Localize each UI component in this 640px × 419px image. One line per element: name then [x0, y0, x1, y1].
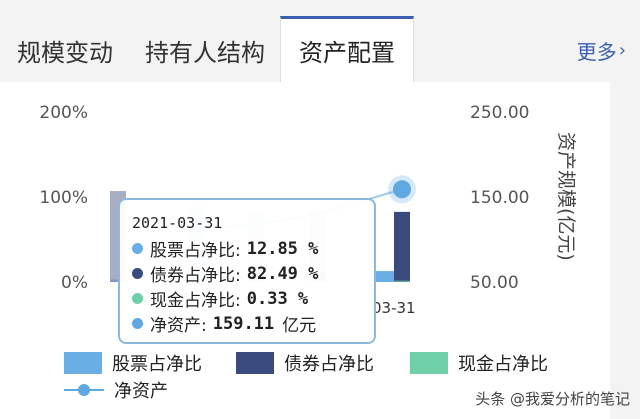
tooltip-unit: 亿元 [282, 316, 317, 336]
right-tick-label: 50.00 [470, 273, 519, 293]
tooltip-label: 股票占净比: [150, 241, 241, 261]
legend-label: 债券占净比 [284, 354, 374, 375]
net-asset-point [393, 180, 411, 199]
legend-stock[interactable]: 股票占净比 [64, 350, 202, 376]
stock-swatch-icon [64, 352, 102, 374]
tooltip-label: 净资产: [150, 316, 207, 336]
y2-axis-label: 资产规模(亿元) [555, 132, 577, 261]
cash-swatch-icon [410, 352, 448, 374]
cash-dot-icon [132, 293, 143, 304]
bar-cash [394, 280, 410, 282]
x-tick-label: 03-31 [372, 299, 416, 317]
tooltip-row-bond: 债券占净比: 82.49 % [132, 261, 374, 286]
left-tick-label: 100% [39, 188, 88, 208]
tooltip-label: 债券占净比: [150, 266, 241, 286]
left-tick-label: 0% [61, 273, 88, 293]
right-tick-label: 150.00 [470, 188, 529, 208]
tooltip-row-stock: 股票占净比: 12.85 % [132, 236, 374, 261]
tooltip-value: 82.49 % [246, 263, 319, 284]
right-tick-label: 250.00 [470, 103, 529, 123]
tooltip-row-net-asset: 净资产: 159.11 亿元 [132, 311, 374, 336]
bond-dot-icon [132, 268, 143, 279]
bond-swatch-icon [236, 352, 274, 374]
legend-bond[interactable]: 债券占净比 [236, 350, 374, 376]
net-asset-line-icon [64, 379, 104, 401]
chart-tooltip: 2021-03-31 股票占净比: 12.85 % 债券占净比: 82.49 %… [118, 198, 376, 344]
stock-dot-icon [132, 243, 143, 254]
bar-stock [374, 271, 394, 282]
tooltip-value: 159.11 [212, 313, 275, 334]
left-tick-label: 200% [39, 103, 88, 123]
watermark: 头条 @我爱分析的笔记 [475, 390, 630, 408]
legend-label: 净资产 [114, 381, 168, 402]
tooltip-label: 现金占净比: [150, 291, 241, 311]
tooltip-date: 2021-03-31 [132, 214, 223, 232]
legend-cash[interactable]: 现金占净比 [410, 350, 548, 376]
bar-bond [394, 211, 410, 282]
legend-label: 股票占净比 [112, 354, 202, 375]
tooltip-value: 12.85 % [246, 238, 319, 259]
legend-net-asset[interactable]: 净资产 [64, 377, 168, 403]
net-asset-dot-icon [132, 318, 143, 329]
tooltip-row-cash: 现金占净比: 0.33 % [132, 286, 374, 311]
legend-label: 现金占净比 [458, 354, 548, 375]
tooltip-value: 0.33 % [246, 288, 309, 309]
